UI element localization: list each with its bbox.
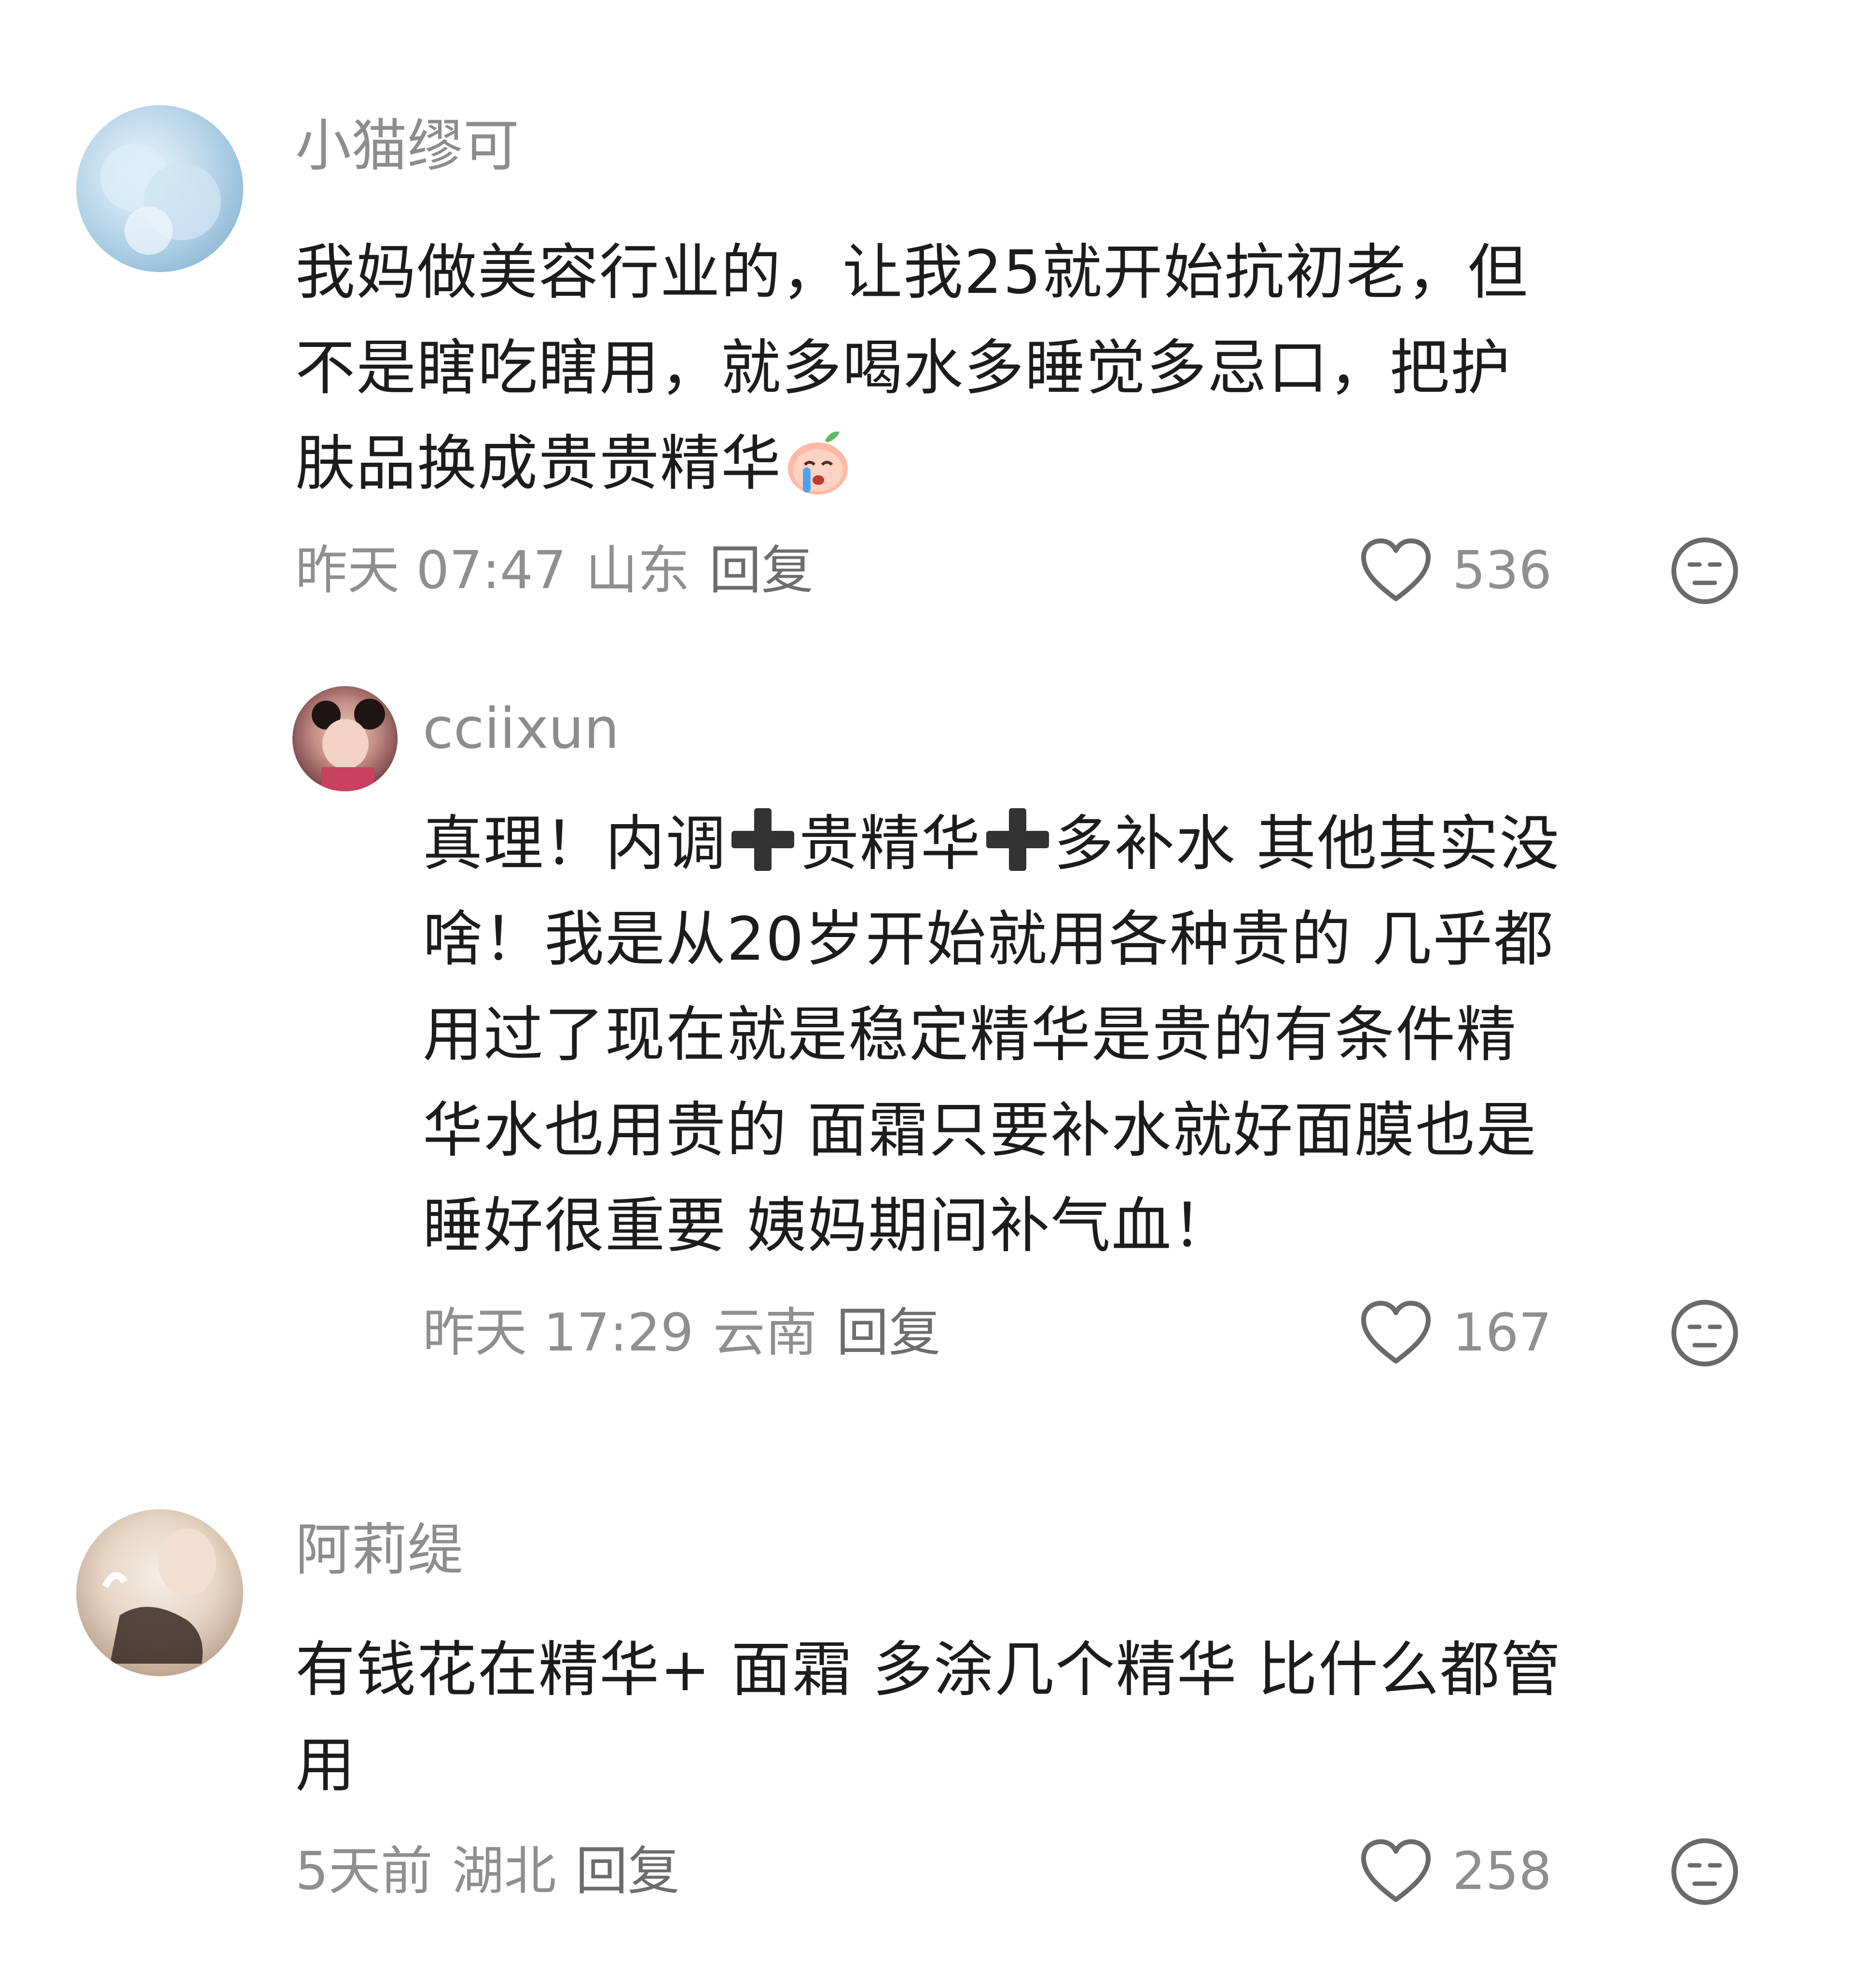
neutral-face-icon <box>1671 1300 1738 1366</box>
comment-meta: 5天前 湖北 回复 <box>295 1835 699 1908</box>
crying-peach-emoji-icon <box>782 426 854 498</box>
avatar[interactable] <box>76 1509 243 1676</box>
dislike-button[interactable] <box>1669 1297 1741 1369</box>
like-button[interactable]: 167 <box>1360 1297 1552 1369</box>
comment-text-part-2: 贵精华 <box>799 809 982 879</box>
location: 湖北 <box>452 1841 556 1902</box>
comment-text: 真理！内调 贵精华 多补水 其他其实没 啥！我是从20岁开始就用各种贵的 几乎都 用… <box>423 796 1822 1274</box>
username[interactable]: 阿莉缇 <box>295 1514 463 1586</box>
dislike-button[interactable] <box>1669 535 1741 607</box>
comment-text: 我妈做美容行业的，让我25就开始抗初老，但 不是瞎吃瞎用，就多喝水多睡觉多忌口，… <box>295 225 1801 511</box>
comment-text-part-1: 真理！内调 <box>423 809 727 879</box>
reply-button[interactable]: 回复 <box>709 540 814 601</box>
neutral-face-icon <box>1671 538 1738 604</box>
reply-button[interactable]: 回复 <box>576 1841 680 1902</box>
heart-outline-icon <box>1361 1839 1431 1902</box>
like-count: 258 <box>1452 1841 1552 1902</box>
timestamp: 5天前 <box>295 1841 433 1902</box>
comment-meta: 昨天 07:47 山东 回复 <box>295 535 833 607</box>
like-button[interactable]: 536 <box>1360 535 1552 607</box>
location: 云南 <box>713 1303 817 1363</box>
avatar[interactable] <box>76 105 243 272</box>
timestamp: 昨天 17:29 <box>423 1303 694 1363</box>
location: 山东 <box>585 540 690 601</box>
heavy-plus-icon <box>981 803 1054 876</box>
heart-outline-icon <box>1361 538 1431 601</box>
username[interactable]: 小猫缪可 <box>295 110 519 182</box>
reply-button[interactable]: 回复 <box>837 1303 941 1363</box>
username[interactable]: cciixun <box>423 693 620 765</box>
heavy-plus-icon <box>727 803 799 876</box>
timestamp: 昨天 07:47 <box>295 540 566 601</box>
comment-meta: 昨天 17:29 云南 回复 <box>423 1297 960 1369</box>
neutral-face-icon <box>1671 1838 1738 1905</box>
like-count: 536 <box>1452 540 1552 601</box>
like-button[interactable]: 258 <box>1360 1835 1552 1908</box>
heart-outline-icon <box>1361 1301 1431 1364</box>
avatar[interactable] <box>292 686 398 791</box>
comment-text: 有钱花在精华+ 面霜 多涂几个精华 比什么都管 用 <box>295 1635 1562 1800</box>
comment-text-body: 我妈做美容行业的，让我25就开始抗初老，但 不是瞎吃瞎用，就多喝水多睡觉多忌口，… <box>295 238 1529 498</box>
like-count: 167 <box>1452 1303 1552 1363</box>
dislike-button[interactable] <box>1669 1835 1741 1908</box>
